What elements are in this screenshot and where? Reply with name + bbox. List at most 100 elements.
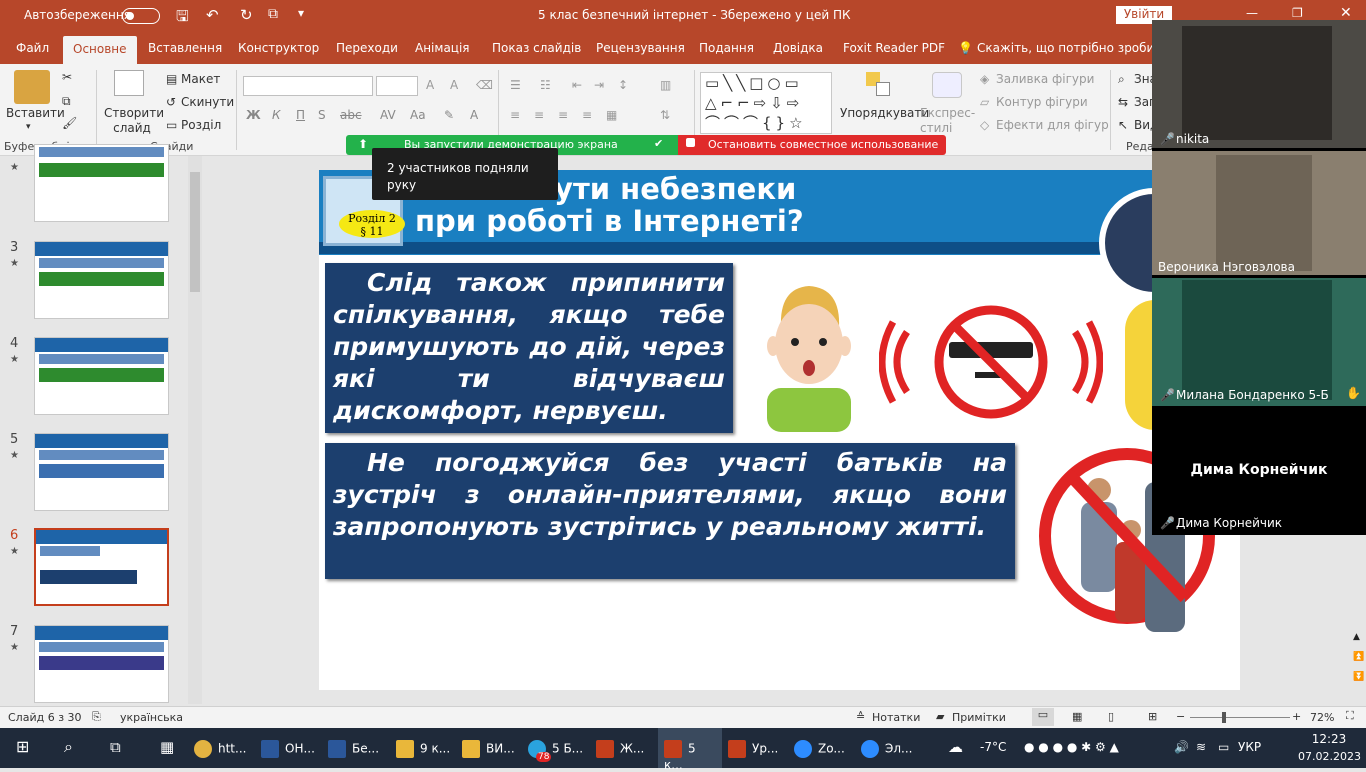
taskbar-chrome[interactable]: htt...: [194, 728, 246, 768]
slide-thumbnail-5[interactable]: [34, 433, 169, 511]
redo-icon[interactable]: ↻: [240, 6, 253, 24]
new-slide-icon[interactable]: [114, 70, 144, 96]
columns-icon[interactable]: ▥: [660, 78, 671, 92]
text-direction-icon[interactable]: ⇅: [660, 108, 670, 122]
numbering-icon[interactable]: ☷: [540, 78, 551, 92]
speaker-icon[interactable]: 🔊: [1174, 728, 1189, 768]
underline-icon[interactable]: П: [296, 108, 305, 122]
bullets-icon[interactable]: ☰: [510, 78, 521, 92]
normal-view-icon[interactable]: ▭: [1032, 708, 1054, 726]
spellcheck-icon[interactable]: ⎘: [92, 710, 101, 724]
quick-styles-button[interactable]: Експрес-стилі: [920, 106, 976, 136]
section-button[interactable]: Розділ: [181, 118, 221, 132]
slide-thumbnail-6-selected[interactable]: [34, 528, 169, 606]
strike-icon[interactable]: abc: [340, 108, 362, 122]
arrange-icon[interactable]: [866, 72, 892, 98]
tab-home[interactable]: Основне: [63, 36, 137, 64]
shadow-icon[interactable]: S: [318, 108, 326, 122]
arrange-button[interactable]: Упорядкувати: [840, 106, 929, 120]
distribute-icon[interactable]: ▦: [606, 108, 617, 122]
participant-video-2[interactable]: [1152, 151, 1366, 275]
taskbar-folder-1[interactable]: 9 к...: [396, 728, 450, 768]
stop-share-button[interactable]: Остановить совместное использование: [678, 135, 946, 155]
tell-me-search[interactable]: Скажіть, що потрібно зробити: [977, 41, 1169, 55]
shape-outline-button[interactable]: Контур фігури: [996, 95, 1088, 109]
notes-button[interactable]: Нотатки: [872, 711, 920, 724]
scroll-up-icon[interactable]: ▲: [1353, 632, 1360, 642]
font-color-icon[interactable]: A: [470, 108, 478, 122]
tab-review[interactable]: Рецензування: [596, 41, 685, 55]
taskbar-folder-2[interactable]: ВИ...: [462, 728, 515, 768]
align-center-icon[interactable]: ≡: [534, 108, 544, 122]
slide-thumbnail-3[interactable]: [34, 241, 169, 319]
line-spacing-icon[interactable]: ↕: [618, 78, 628, 92]
zoom-in-icon[interactable]: +: [1292, 710, 1301, 723]
tab-transitions[interactable]: Переходи: [336, 41, 398, 55]
zoom-level[interactable]: 72%: [1310, 711, 1334, 724]
participant-video-1[interactable]: [1152, 20, 1366, 148]
taskbar-word-2[interactable]: Бе...: [328, 728, 379, 768]
slide-thumbnail-7[interactable]: [34, 625, 169, 703]
fit-slide-icon[interactable]: ⛶: [1346, 709, 1354, 723]
font-size-input[interactable]: [376, 76, 418, 96]
indent-more-icon[interactable]: ⇥: [594, 78, 604, 92]
present-icon[interactable]: ⧉: [268, 6, 278, 22]
zoom-slider[interactable]: [1190, 717, 1290, 718]
align-right-icon[interactable]: ≡: [558, 108, 568, 122]
windows-start-icon[interactable]: ⊞: [16, 728, 29, 768]
language-label[interactable]: українська: [120, 711, 183, 724]
copy-icon[interactable]: ⧉: [62, 94, 71, 109]
clear-format-icon[interactable]: ⌫: [476, 78, 493, 92]
tab-animations[interactable]: Анімація: [415, 41, 470, 55]
reading-view-icon[interactable]: ▯: [1108, 710, 1114, 723]
cloud-icon[interactable]: ☁: [948, 728, 963, 768]
tab-slideshow[interactable]: Показ слайдів: [492, 41, 581, 55]
layout-button[interactable]: Макет: [181, 72, 220, 86]
paste-icon[interactable]: [14, 70, 50, 104]
battery-icon[interactable]: ▭: [1218, 728, 1229, 768]
tray-icons[interactable]: ● ● ● ● ✱ ⚙ ▲: [1024, 728, 1119, 768]
tab-insert[interactable]: Вставлення: [148, 41, 222, 55]
weather-temp[interactable]: -7°C: [980, 728, 1006, 768]
taskbar-powerpoint-active[interactable]: 5 к...: [658, 728, 722, 772]
minimize-icon[interactable]: —: [1246, 6, 1258, 20]
search-icon[interactable]: ⌕: [64, 728, 73, 768]
undo-icon[interactable]: ↶: [206, 6, 219, 24]
align-left-icon[interactable]: ≡: [510, 108, 520, 122]
highlight-icon[interactable]: ✎: [444, 108, 454, 122]
reset-button[interactable]: Скинути: [181, 95, 234, 109]
wifi-icon[interactable]: ≋: [1196, 728, 1206, 768]
task-view-icon[interactable]: ⧉: [110, 728, 121, 768]
indent-less-icon[interactable]: ⇤: [572, 78, 582, 92]
sorter-view-icon[interactable]: ▦: [1072, 710, 1082, 723]
new-slide-button[interactable]: Створити слайд: [104, 106, 164, 136]
tab-view[interactable]: Подання: [699, 41, 754, 55]
next-slide-icon[interactable]: ⏬: [1353, 672, 1364, 682]
slideshow-view-icon[interactable]: ⊞: [1148, 710, 1157, 723]
quick-styles-icon[interactable]: [932, 72, 962, 98]
case-icon[interactable]: Aa: [410, 108, 426, 122]
tab-help[interactable]: Довідка: [773, 41, 823, 55]
comments-button[interactable]: Примітки: [952, 711, 1006, 724]
taskbar-telegram[interactable]: 5 Б...: [528, 728, 583, 768]
tab-design[interactable]: Конструктор: [238, 41, 319, 55]
tab-foxit[interactable]: Foxit Reader PDF: [843, 41, 945, 55]
shrink-font-icon[interactable]: A: [450, 78, 458, 92]
cut-icon[interactable]: ✂: [62, 70, 72, 84]
taskbar-word-1[interactable]: ОН...: [261, 728, 315, 768]
slide-thumbnail-2[interactable]: [34, 144, 169, 222]
bold-icon[interactable]: Ж: [246, 108, 261, 122]
font-name-input[interactable]: [243, 76, 373, 96]
autosave-toggle[interactable]: [122, 8, 160, 24]
shape-effects-button[interactable]: Ефекти для фігур: [996, 118, 1109, 132]
calculator-icon[interactable]: ▦: [160, 728, 174, 768]
restore-icon[interactable]: ❐: [1292, 6, 1303, 20]
prev-slide-icon[interactable]: ⏫: [1353, 652, 1364, 662]
zoom-slider-thumb[interactable]: [1222, 712, 1226, 723]
shape-fill-button[interactable]: Заливка фігури: [996, 72, 1094, 86]
text-box-1[interactable]: Слід також припинити спілкування, якщо т…: [325, 263, 733, 433]
slide-thumbnail-4[interactable]: [34, 337, 169, 415]
format-painter-icon[interactable]: 🖌: [62, 116, 77, 130]
taskbar-zoom-1[interactable]: Zo...: [794, 728, 845, 768]
clock-date[interactable]: 07.02.2023: [1298, 750, 1361, 763]
